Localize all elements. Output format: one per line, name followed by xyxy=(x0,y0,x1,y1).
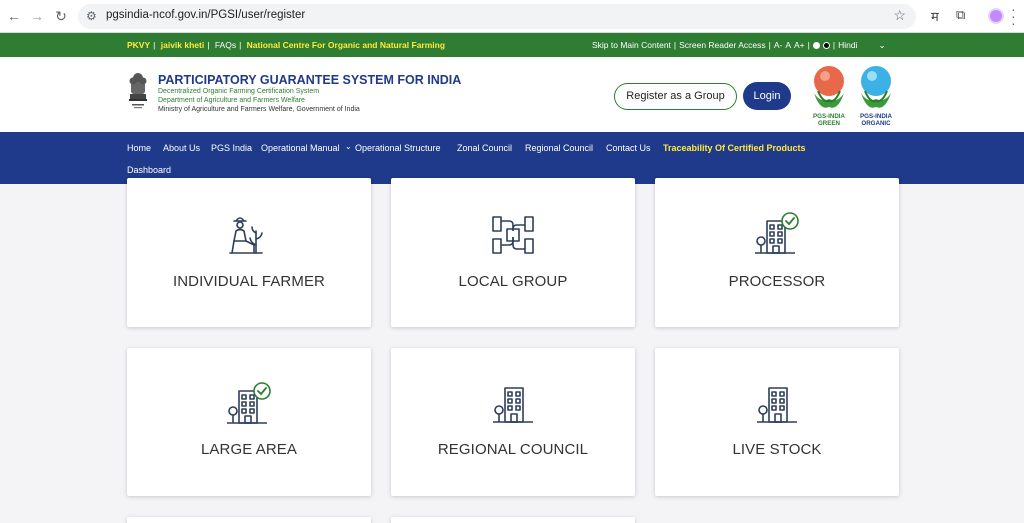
reload-icon[interactable]: ↻ xyxy=(52,8,70,25)
extensions-puzzle-icon[interactable]: ⧉ xyxy=(956,7,965,23)
card-large-area[interactable]: LARGE AREA xyxy=(127,348,371,496)
nav-traceability[interactable]: Traceability Of Certified Products xyxy=(663,143,806,153)
link-jaivik-kheti[interactable]: jaivik kheti xyxy=(161,40,204,50)
back-icon[interactable]: ← xyxy=(5,8,23,24)
card-partial[interactable] xyxy=(127,517,371,523)
url-text[interactable]: pgsindia-ncof.gov.in/PGSI/user/register xyxy=(106,9,305,21)
accessibility-links: Skip to Main Content | Screen Reader Acces… xyxy=(592,40,886,50)
main-navigation: Home About Us PGS India Operational Manu… xyxy=(0,132,1024,184)
link-pkvy[interactable]: PKVY xyxy=(127,40,150,50)
browser-toolbar: ← → ↻ ⚙ pgsindia-ncof.gov.in/PGSI/user/r… xyxy=(0,0,1024,33)
address-bar[interactable]: ⚙ pgsindia-ncof.gov.in/PGSI/user/registe… xyxy=(78,4,916,29)
register-group-button[interactable]: Register as a Group xyxy=(614,83,737,110)
site-info-icon[interactable]: ⚙ xyxy=(86,9,97,23)
nav-about-us[interactable]: About Us xyxy=(163,143,200,153)
nav-operational-structure[interactable]: Operational Structure xyxy=(355,143,441,153)
card-partial[interactable] xyxy=(391,517,635,523)
building-check-icon xyxy=(227,382,271,424)
nav-home[interactable]: Home xyxy=(127,143,151,153)
farmer-icon xyxy=(229,217,263,254)
login-button[interactable]: Login xyxy=(743,82,791,110)
department-name: Department of Agriculture and Farmers We… xyxy=(158,97,305,104)
screen-reader-link[interactable]: Screen Reader Access xyxy=(679,40,765,50)
pgs-organic-logo[interactable]: PGS-INDIA ORGANIC xyxy=(855,63,897,127)
font-increase-button[interactable]: A+ xyxy=(794,40,805,50)
nav-zonal-council[interactable]: Zonal Council xyxy=(457,143,512,153)
card-label: PROCESSOR xyxy=(728,273,826,290)
site-header: PARTICIPATORY GUARANTEE SYSTEM FOR INDIA… xyxy=(0,57,1024,132)
nav-operational-manual[interactable]: Operational Manual xyxy=(261,143,340,153)
forward-icon[interactable]: → xyxy=(28,8,46,24)
utility-bar: PKVY | jaivik kheti | FAQs | National Centr… xyxy=(0,33,1024,57)
card-label: REGIONAL COUNCIL xyxy=(437,441,589,458)
building-icon xyxy=(757,387,797,423)
chevron-down-icon[interactable]: ⌄ xyxy=(878,40,885,50)
link-faqs[interactable]: FAQs xyxy=(215,40,236,50)
chevron-down-icon[interactable]: ⌄ xyxy=(345,142,352,151)
hindi-extension-icon[interactable]: म xyxy=(931,7,939,25)
profile-avatar[interactable] xyxy=(988,8,1004,24)
font-decrease-button[interactable]: A- xyxy=(774,40,783,50)
browser-menu-icon[interactable]: · · · xyxy=(1011,2,1016,30)
card-label: LARGE AREA xyxy=(200,441,298,458)
light-contrast-icon[interactable] xyxy=(812,42,820,49)
building-check-icon xyxy=(755,212,799,254)
ministry-name: Ministry of Agriculture and Farmers Welf… xyxy=(158,106,360,113)
card-local-group[interactable]: LOCAL GROUP xyxy=(391,178,635,327)
group-hands-icon xyxy=(492,216,534,254)
card-label: INDIVIDUAL FARMER xyxy=(172,273,325,290)
card-regional-council[interactable]: REGIONAL COUNCIL xyxy=(391,348,635,496)
national-emblem-icon xyxy=(129,73,147,109)
building-icon xyxy=(493,387,533,423)
site-title: PARTICIPATORY GUARANTEE SYSTEM FOR INDIA xyxy=(158,73,462,87)
bookmark-star-icon[interactable]: ☆ xyxy=(893,7,906,24)
card-processor[interactable]: PROCESSOR xyxy=(655,178,899,327)
skip-to-main-link[interactable]: Skip to Main Content xyxy=(592,40,671,50)
language-select[interactable]: Hindi xyxy=(838,40,857,50)
card-individual-farmer[interactable]: INDIVIDUAL FARMER xyxy=(127,178,371,327)
nav-pgs-india[interactable]: PGS India xyxy=(211,143,252,153)
card-label: LIVE STOCK xyxy=(732,441,822,458)
card-label: LOCAL GROUP xyxy=(458,273,568,290)
card-live-stock[interactable]: LIVE STOCK xyxy=(655,348,899,496)
font-normal-button[interactable]: A xyxy=(785,40,791,50)
utility-links: PKVY | jaivik kheti | FAQs | National Centr… xyxy=(127,40,446,50)
site-subtitle: Decentralized Organic Farming Certificat… xyxy=(158,88,320,95)
nav-contact-us[interactable]: Contact Us xyxy=(606,143,651,153)
link-ncof[interactable]: National Centre For Organic and Natural … xyxy=(247,40,445,50)
dark-contrast-icon[interactable] xyxy=(822,42,830,49)
nav-dashboard[interactable]: Dashboard xyxy=(127,165,171,175)
nav-regional-council[interactable]: Regional Council xyxy=(525,143,593,153)
pgs-green-logo[interactable]: PGS-INDIA GREEN xyxy=(808,63,850,127)
